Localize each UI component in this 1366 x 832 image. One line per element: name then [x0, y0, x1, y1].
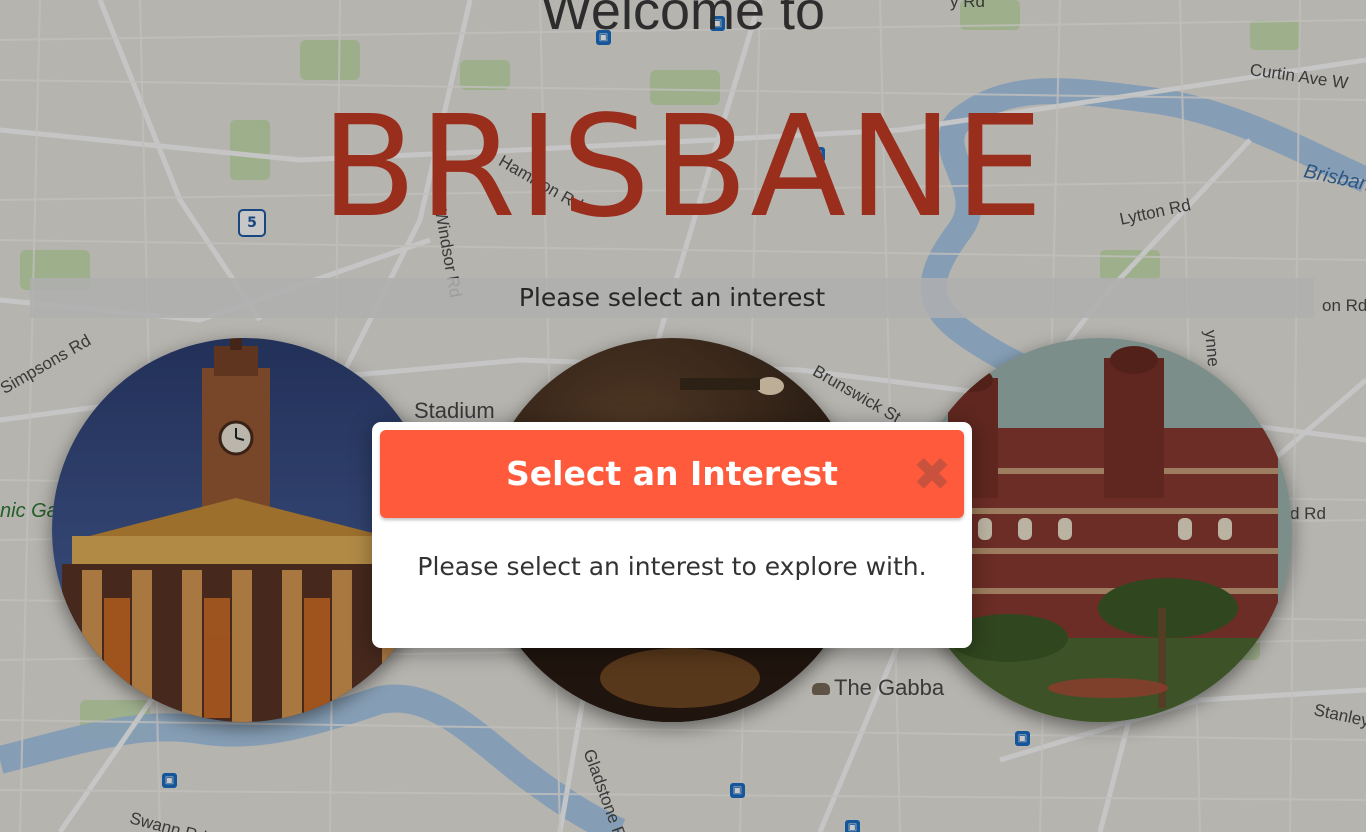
select-interest-dialog: Select an Interest ✖ Please select an in… [372, 422, 972, 648]
dialog-title: Select an Interest [506, 454, 838, 493]
modal-backdrop[interactable] [0, 0, 1366, 832]
dialog-header: Select an Interest ✖ [380, 430, 964, 518]
dialog-message: Please select an interest to explore wit… [417, 552, 927, 581]
close-icon[interactable]: ✖ [912, 451, 952, 497]
page: Curtin Ave W Brisbane Lytton Rd Hamilton… [0, 0, 1366, 832]
